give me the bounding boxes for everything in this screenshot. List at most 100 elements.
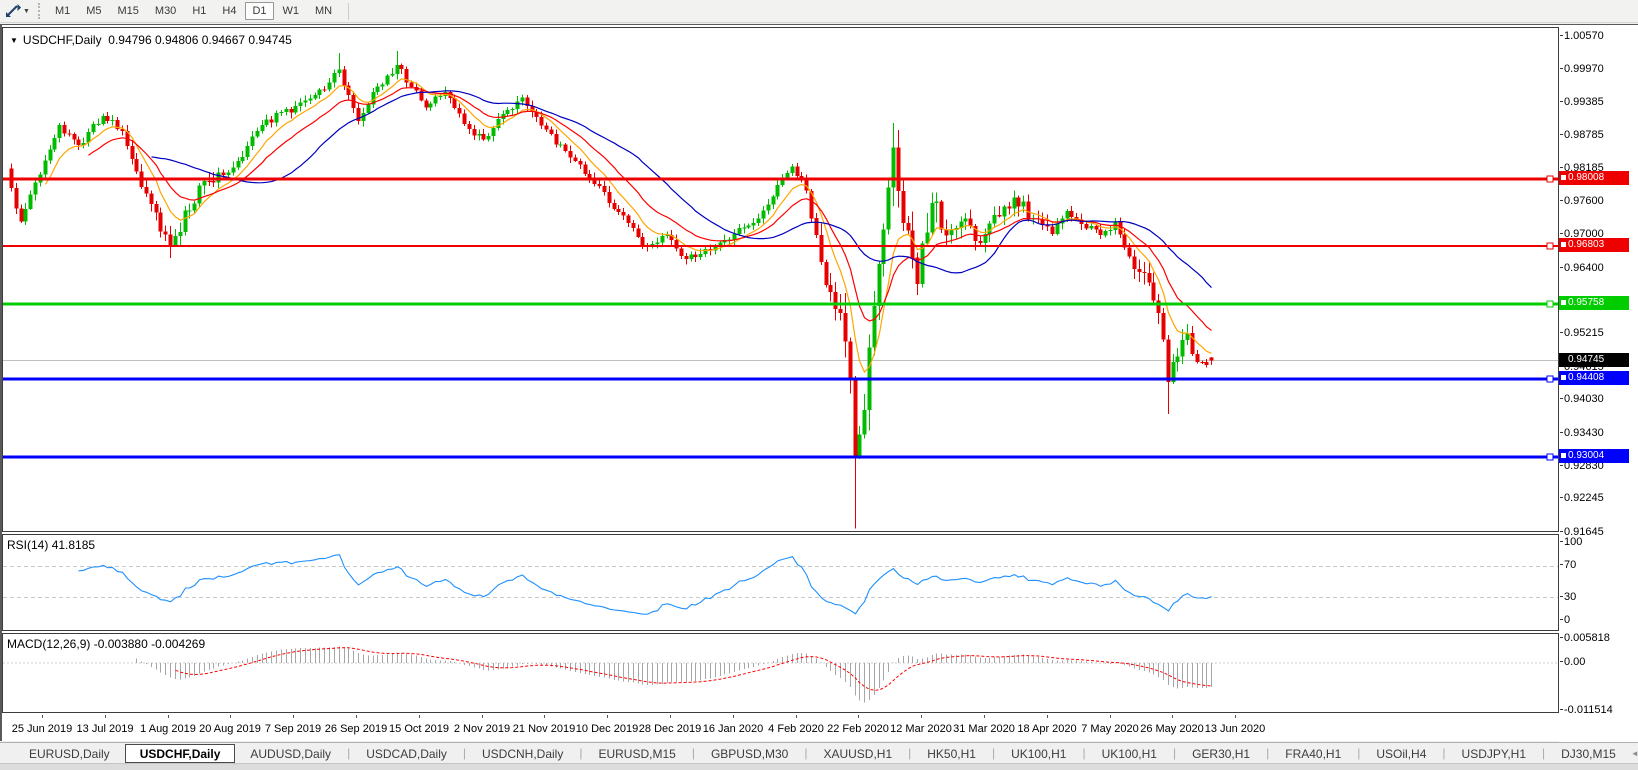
candle-body [1157, 301, 1161, 313]
date-tick [984, 715, 985, 718]
candle-body [979, 241, 983, 243]
chart-tab-hk50-h1[interactable]: HK50,H1 [912, 744, 991, 763]
chart-tab-ger30-h1[interactable]: GER30,H1 [1177, 744, 1265, 763]
candle-body [174, 236, 178, 245]
candle-body [911, 230, 915, 257]
candle-body [988, 224, 992, 234]
candle-body [588, 174, 592, 177]
chart-tab-usdcad-daily[interactable]: USDCAD,Daily [351, 744, 462, 763]
price-axis[interactable]: 1.005700.999700.993850.987850.981850.976… [1559, 25, 1638, 742]
date-axis-label: 2 Nov 2019 [454, 723, 510, 735]
candle-body [1070, 211, 1074, 217]
chart-tab-uk100-h1[interactable]: UK100,H1 [1087, 744, 1172, 763]
candle-body [950, 230, 954, 236]
hline-0.93004[interactable] [3, 454, 1558, 460]
date-axis[interactable]: 25 Jun 201913 Jul 20191 Aug 201920 Aug 2… [2, 715, 1559, 741]
candle-body [73, 134, 77, 140]
candle-body [1133, 256, 1137, 269]
candle-body [49, 150, 53, 161]
candle-body [791, 166, 795, 173]
candle-body [834, 292, 838, 309]
date-axis-label: 21 Nov 2019 [513, 723, 575, 735]
candle-body [53, 138, 57, 150]
candle-body [1143, 272, 1147, 273]
date-axis-label: 16 Jan 2020 [703, 723, 764, 735]
chart-tab-dj30-m15[interactable]: DJ30,M15 [1546, 744, 1631, 763]
dropdown-caret-icon[interactable]: ▼ [23, 8, 30, 15]
chart-tab-uk100-h1[interactable]: UK100,H1 [996, 744, 1081, 763]
candle-body [179, 232, 183, 236]
candle-body [940, 202, 944, 230]
candle-body [680, 249, 684, 257]
timeframe-button-h4[interactable]: H4 [215, 2, 243, 20]
timeframe-button-h1[interactable]: H1 [185, 2, 213, 20]
chart-cursor-icon[interactable] [4, 3, 22, 19]
candle-body [285, 109, 289, 112]
chart-tab-eurusd-daily[interactable]: EURUSD,Daily [14, 744, 125, 763]
chart-tab-usdchf-daily[interactable]: USDCHF,Daily [125, 744, 236, 763]
chart-tab-usdcnh-daily[interactable]: USDCNH,Daily [467, 744, 578, 763]
timeframe-button-m30[interactable]: M30 [148, 2, 183, 20]
candle-body [1162, 313, 1166, 340]
chart-tab-usoil-h4[interactable]: USOil,H4 [1361, 744, 1441, 763]
candle-body [1003, 206, 1007, 216]
timeframe-button-m1[interactable]: M1 [48, 2, 77, 20]
candle-body [429, 103, 433, 107]
candle-body [685, 256, 689, 259]
price-line-badge: 0.98008 [1559, 171, 1629, 185]
candle-body [1090, 226, 1094, 228]
chart-tab-fra40-h1[interactable]: FRA40,H1 [1270, 744, 1356, 763]
candle-body [796, 166, 800, 176]
chart-tab-audusd-daily[interactable]: AUDUSD,Daily [235, 744, 346, 763]
timeframe-button-w1[interactable]: W1 [276, 2, 307, 20]
date-tick [1235, 715, 1236, 718]
candle-body [145, 187, 149, 194]
candle-body [309, 99, 313, 101]
candlestick-chart[interactable] [3, 28, 1558, 531]
candle-body [425, 100, 429, 107]
candle-body [511, 109, 515, 110]
candle-body [1022, 202, 1026, 207]
candle-body [1176, 356, 1180, 362]
candle-body [396, 65, 400, 74]
candle-body [656, 243, 660, 244]
hline-0.95758[interactable] [3, 301, 1558, 307]
price-line-badge: 0.94745 [1559, 353, 1629, 367]
date-tick [42, 715, 43, 718]
hline-0.94408[interactable] [3, 376, 1558, 382]
chart-tab-xauusd-h1[interactable]: XAUUSD,H1 [808, 744, 907, 763]
candle-body [159, 213, 163, 232]
timeframe-button-mn[interactable]: MN [308, 2, 339, 20]
candle-body [212, 181, 216, 183]
candle-body [772, 196, 776, 204]
rsi-panel[interactable]: RSI(14) 41.8185 [2, 534, 1559, 631]
hline-0.96803[interactable] [3, 243, 1558, 249]
chart-tab-usdjpy-h1[interactable]: USDJPY,H1 [1447, 744, 1541, 763]
date-axis-label: 12 Mar 2020 [890, 723, 952, 735]
candle-body [1095, 226, 1099, 229]
chart-ohlc-quote: 0.94796 0.94806 0.94667 0.94745 [108, 33, 292, 47]
chart-tab-eurusd-m15[interactable]: EURUSD,M15 [583, 744, 690, 763]
tab-scroll-left-icon[interactable]: ◄ [1631, 749, 1638, 758]
date-axis-label: 26 May 2020 [1140, 723, 1204, 735]
main-chart-panel[interactable]: ▼USDCHF,Daily 0.94796 0.94806 0.94667 0.… [2, 27, 1559, 532]
date-axis-label: 4 Feb 2020 [768, 723, 824, 735]
candle-body [92, 124, 96, 132]
macd-axis-label: 0.005818 [1564, 632, 1610, 644]
timeframe-button-m15[interactable]: M15 [111, 2, 146, 20]
date-tick [670, 715, 671, 718]
macd-panel[interactable]: MACD(12,26,9) -0.003880 -0.004269 [2, 633, 1559, 713]
candle-body [1099, 229, 1103, 235]
candle-body [608, 192, 612, 203]
price-axis-label: 0.96400 [1564, 262, 1604, 274]
candle-body [1104, 231, 1108, 235]
chart-tab-gbpusd-m30[interactable]: GBPUSD,M30 [696, 744, 803, 763]
candle-body [902, 191, 906, 223]
timeframe-button-d1[interactable]: D1 [245, 2, 273, 20]
candle-body [439, 96, 443, 97]
timeframe-button-m5[interactable]: M5 [79, 2, 108, 20]
candle-body [294, 106, 298, 113]
candle-body [873, 306, 877, 347]
candle-body [887, 188, 891, 230]
date-tick [544, 715, 545, 718]
